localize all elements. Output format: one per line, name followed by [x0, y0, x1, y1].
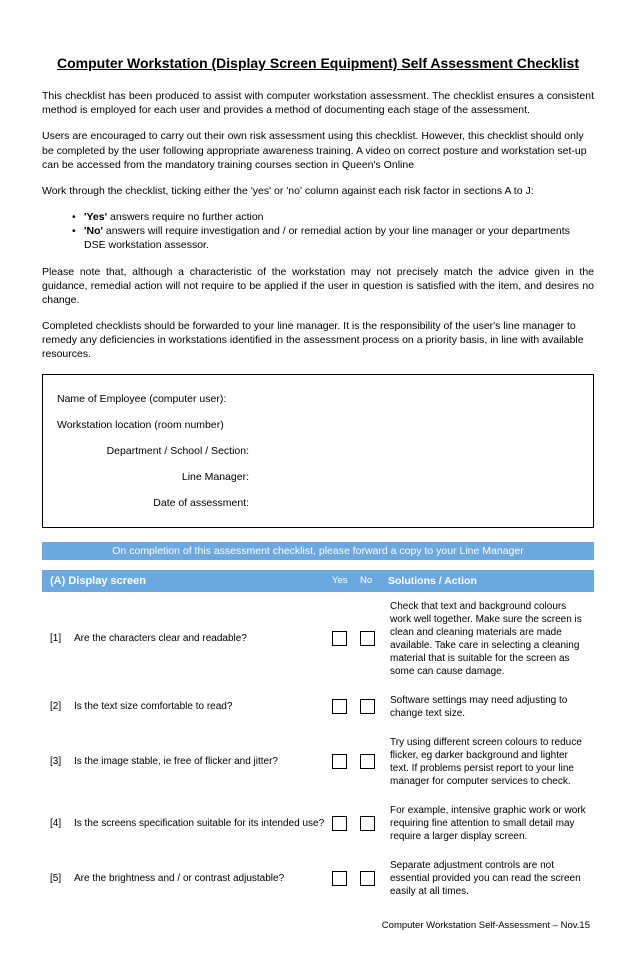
label-line-manager: Line Manager:	[57, 471, 257, 483]
column-yes-header: Yes	[332, 575, 360, 586]
bullet-yes-bold: 'Yes'	[84, 211, 107, 223]
question-row: [2]Is the text size comfortable to read?…	[42, 686, 594, 728]
question-row: [3]Is the image stable, ie free of flick…	[42, 728, 594, 796]
note-2c: It is the responsibility of the user's l…	[340, 320, 567, 332]
checkbox-yes[interactable]	[332, 699, 347, 714]
label-department: Department / School / Section:	[57, 445, 257, 457]
question-row: [5]Are the brightness and / or contrast …	[42, 851, 594, 906]
question-number: [3]	[50, 756, 74, 767]
checkbox-yes[interactable]	[332, 816, 347, 831]
checkbox-yes[interactable]	[332, 754, 347, 769]
note-2b: line manager.	[277, 320, 340, 332]
completion-banner: On completion of this assessment checkli…	[42, 542, 594, 560]
question-number: [2]	[50, 701, 74, 712]
questions-container: [1]Are the characters clear and readable…	[42, 592, 594, 906]
question-solution: Try using different screen colours to re…	[388, 736, 586, 788]
question-solution: Separate adjustment controls are not ess…	[388, 859, 586, 898]
question-number: [4]	[50, 818, 74, 829]
question-text: Are the characters clear and readable?	[74, 633, 332, 644]
checkbox-no[interactable]	[360, 871, 375, 886]
label-employee-name: Name of Employee (computer user):	[57, 393, 234, 405]
bullet-no-bold: 'No'	[84, 225, 103, 237]
checkbox-no[interactable]	[360, 631, 375, 646]
section-a-header: (A) Display screen Yes No Solutions / Ac…	[42, 570, 594, 592]
bullet-list: 'Yes' answers require no further action …	[72, 210, 594, 253]
page-footer: Computer Workstation Self-Assessment – N…	[42, 920, 594, 931]
question-number: [1]	[50, 633, 74, 644]
column-no-header: No	[360, 575, 388, 586]
question-solution: For example, intensive graphic work or w…	[388, 804, 586, 843]
question-number: [5]	[50, 873, 74, 884]
question-text: Is the screens specification suitable fo…	[74, 818, 332, 829]
question-solution: Software settings may need adjusting to …	[388, 694, 586, 720]
checkbox-yes[interactable]	[332, 871, 347, 886]
column-solutions-header: Solutions / Action	[388, 575, 586, 587]
intro-para-1: This checklist has been produced to assi…	[42, 89, 594, 117]
checkbox-no[interactable]	[360, 754, 375, 769]
checkbox-no[interactable]	[360, 699, 375, 714]
label-date-assessment: Date of assessment:	[57, 497, 257, 509]
question-solution: Check that text and background colours w…	[388, 600, 586, 678]
checkbox-yes[interactable]	[332, 631, 347, 646]
intro-para-3: Work through the checklist, ticking eith…	[42, 184, 594, 198]
checkbox-no[interactable]	[360, 816, 375, 831]
question-text: Is the image stable, ie free of flicker …	[74, 756, 332, 767]
label-workstation-location: Workstation location (room number)	[57, 419, 232, 431]
document-title: Computer Workstation (Display Screen Equ…	[42, 55, 594, 71]
intro-para-2: Users are encouraged to carry out their …	[42, 129, 594, 172]
bullet-yes-text: answers require no further action	[107, 211, 263, 223]
section-a-title: (A) Display screen	[50, 575, 332, 587]
note-2a: Completed checklists should be forwarded…	[42, 320, 277, 332]
bullet-no: 'No' answers will require investigation …	[72, 224, 594, 252]
question-text: Are the brightness and / or contrast adj…	[74, 873, 332, 884]
question-row: [1]Are the characters clear and readable…	[42, 592, 594, 686]
bullet-no-text: answers will require investigation and /…	[84, 225, 570, 251]
bullet-yes: 'Yes' answers require no further action	[72, 210, 594, 224]
employee-info-box: Name of Employee (computer user): Workst…	[42, 374, 594, 528]
question-row: [4]Is the screens specification suitable…	[42, 796, 594, 851]
question-text: Is the text size comfortable to read?	[74, 701, 332, 712]
note-para-2: Completed checklists should be forwarded…	[42, 319, 594, 362]
note-para-1: Please note that, although a characteris…	[42, 265, 594, 308]
